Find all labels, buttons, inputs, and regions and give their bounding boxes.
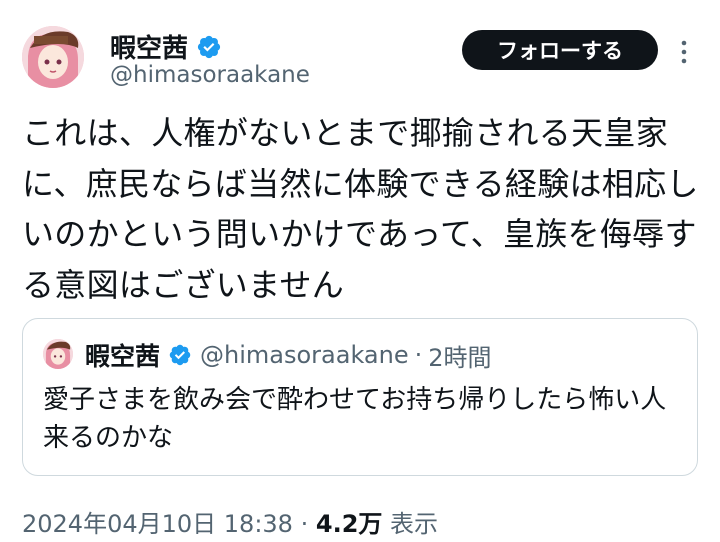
quoted-author-handle: @himasoraakane: [200, 341, 409, 369]
views-count: 4.2万: [315, 510, 383, 538]
author-avatar[interactable]: [22, 26, 84, 88]
tweet-header: 暇空茜 @himasoraakane フォローする: [22, 26, 702, 96]
meta-separator: ·: [300, 510, 309, 538]
quoted-timestamp: 2時間: [428, 343, 492, 372]
quoted-author-name: 暇空茜: [85, 342, 161, 371]
quoted-tweet[interactable]: 暇空茜 @himasoraakane · 2時間 愛子さまを飲み会で酔わせてお持…: [22, 318, 698, 476]
author-name-row: 暇空茜: [110, 28, 222, 65]
verified-badge-icon: [169, 344, 191, 366]
author-name[interactable]: 暇空茜: [110, 28, 188, 65]
tweet-timestamp[interactable]: 2024年04月10日 18:38: [22, 510, 293, 538]
views-label: 表示: [390, 510, 439, 538]
quoted-author-avatar: [43, 339, 73, 369]
tweet-meta: 2024年04月10日 18:38 · 4.2万 表示: [22, 504, 438, 539]
quoted-separator: ·: [414, 341, 423, 369]
verified-badge-icon: [197, 35, 221, 58]
tweet-text: これは、人権がないとまで揶揄される天皇家に、庶民ならば当然に体験できる経験は相応…: [22, 114, 699, 304]
quoted-tweet-text: 愛子さまを飲み会で酔わせてお持ち帰りしたら怖い人来るのかな: [43, 385, 667, 453]
more-dots-icon[interactable]: [678, 38, 690, 66]
follow-button[interactable]: フォローする: [462, 30, 658, 70]
quoted-tweet-header: 暇空茜 @himasoraakane · 2時間: [85, 337, 492, 373]
author-handle[interactable]: @himasoraakane: [110, 62, 310, 88]
